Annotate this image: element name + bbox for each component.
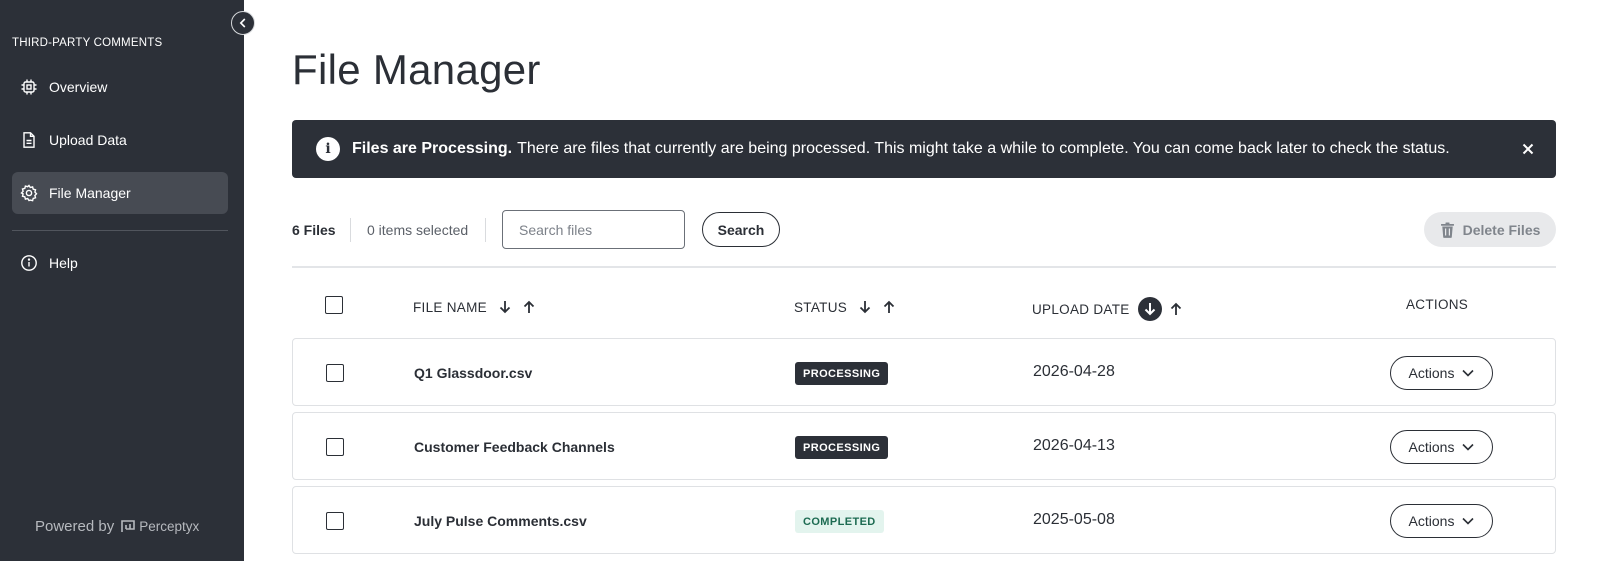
divider [350,218,351,242]
column-label: FILE NAME [413,299,487,315]
sort-descending-icon[interactable] [495,297,515,317]
perceptyx-logo: Perceptyx [120,519,199,534]
actions-label: Actions [1408,365,1455,381]
divider [485,218,486,242]
status-badge: PROCESSING [795,436,889,459]
close-icon [1522,143,1534,155]
column-file-name: FILE NAME [413,297,539,317]
powered-by-label: Powered by [35,518,115,535]
banner-title: Files are Processing. [352,140,513,157]
column-label: UPLOAD DATE [1032,301,1130,317]
column-label: STATUS [794,299,848,315]
delete-files-label: Delete Files [1462,221,1541,238]
toolbar-divider [292,266,1556,268]
chevron-down-icon [1462,443,1475,451]
actions-dropdown-button[interactable]: Actions [1390,430,1493,464]
table-row: July Pulse Comments.csv COMPLETED 2025-0… [292,486,1556,554]
chevron-down-icon [1462,517,1475,525]
document-icon [20,131,38,149]
file-name: July Pulse Comments.csv [414,513,587,529]
trash-icon [1440,222,1454,238]
file-toolbar: 6 Files 0 items selected Search Delete F… [292,210,1556,250]
chevron-left-icon [239,18,246,28]
sidebar-item-upload-data[interactable]: Upload Data [12,119,228,161]
chip-icon [20,78,38,96]
collapse-sidebar-button[interactable] [231,11,255,35]
table-row: Q1 Glassdoor.csv PROCESSING 2026-04-28 A… [292,338,1556,406]
sort-descending-icon[interactable] [1137,297,1162,321]
brand-name: Perceptyx [139,519,200,534]
row-checkbox[interactable] [326,438,344,456]
gear-icon [20,184,38,202]
status-badge: PROCESSING [795,362,889,385]
sidebar-item-label: Upload Data [49,132,127,148]
sidebar-item-label: File Manager [49,185,131,201]
page-title: File Manager [292,46,541,93]
row-checkbox[interactable] [326,364,344,382]
perceptyx-logo-icon [121,520,136,532]
sort-ascending-icon[interactable] [519,297,539,317]
powered-by: Powered by Perceptyx [35,518,199,535]
selected-count: 0 items selected [367,222,469,238]
actions-dropdown-button[interactable]: Actions [1390,504,1493,538]
actions-dropdown-button[interactable]: Actions [1390,356,1493,390]
sidebar-item-file-manager[interactable]: File Manager [12,172,228,214]
file-count: 6 Files [292,222,336,238]
chevron-down-icon [1462,369,1475,377]
sidebar-item-overview[interactable]: Overview [12,66,228,108]
row-checkbox[interactable] [326,512,344,530]
column-actions: ACTIONS [1406,297,1468,312]
banner-message: There are files that currently are being… [517,140,1450,157]
sidebar-item-help[interactable]: Help [12,242,228,284]
actions-label: Actions [1408,513,1455,529]
delete-files-button[interactable]: Delete Files [1424,212,1556,247]
upload-date: 2026-04-13 [1033,437,1115,454]
search-input[interactable] [502,210,685,249]
table-header: FILE NAME STATUS UPLOAD DATE ACTIONS [292,290,1556,321]
file-name: Q1 Glassdoor.csv [414,365,533,381]
sidebar-item-label: Help [49,255,78,271]
sort-ascending-icon[interactable] [1166,299,1186,319]
sort-descending-icon[interactable] [855,297,875,317]
actions-label: Actions [1408,439,1455,455]
search-button[interactable]: Search [702,212,780,247]
info-icon: i [316,137,340,161]
select-all-checkbox[interactable] [325,296,343,314]
column-label: ACTIONS [1406,297,1469,312]
info-icon [20,254,38,272]
column-upload-date: UPLOAD DATE [1032,297,1186,321]
upload-date: 2025-05-08 [1033,511,1115,528]
column-status: STATUS [794,297,899,317]
sort-ascending-icon[interactable] [879,297,899,317]
file-name: Customer Feedback Channels [414,439,615,455]
sidebar-heading: THIRD-PARTY COMMENTS [12,37,163,49]
processing-banner: i Files are Processing. There are files … [292,120,1556,178]
sidebar: THIRD-PARTY COMMENTS Overview Upload Dat… [0,0,244,561]
table-row: Customer Feedback Channels PROCESSING 20… [292,412,1556,480]
close-banner-button[interactable] [1518,139,1538,159]
sidebar-divider [12,230,228,231]
upload-date: 2026-04-28 [1033,363,1115,380]
sidebar-item-label: Overview [49,79,108,95]
status-badge: COMPLETED [795,510,884,533]
